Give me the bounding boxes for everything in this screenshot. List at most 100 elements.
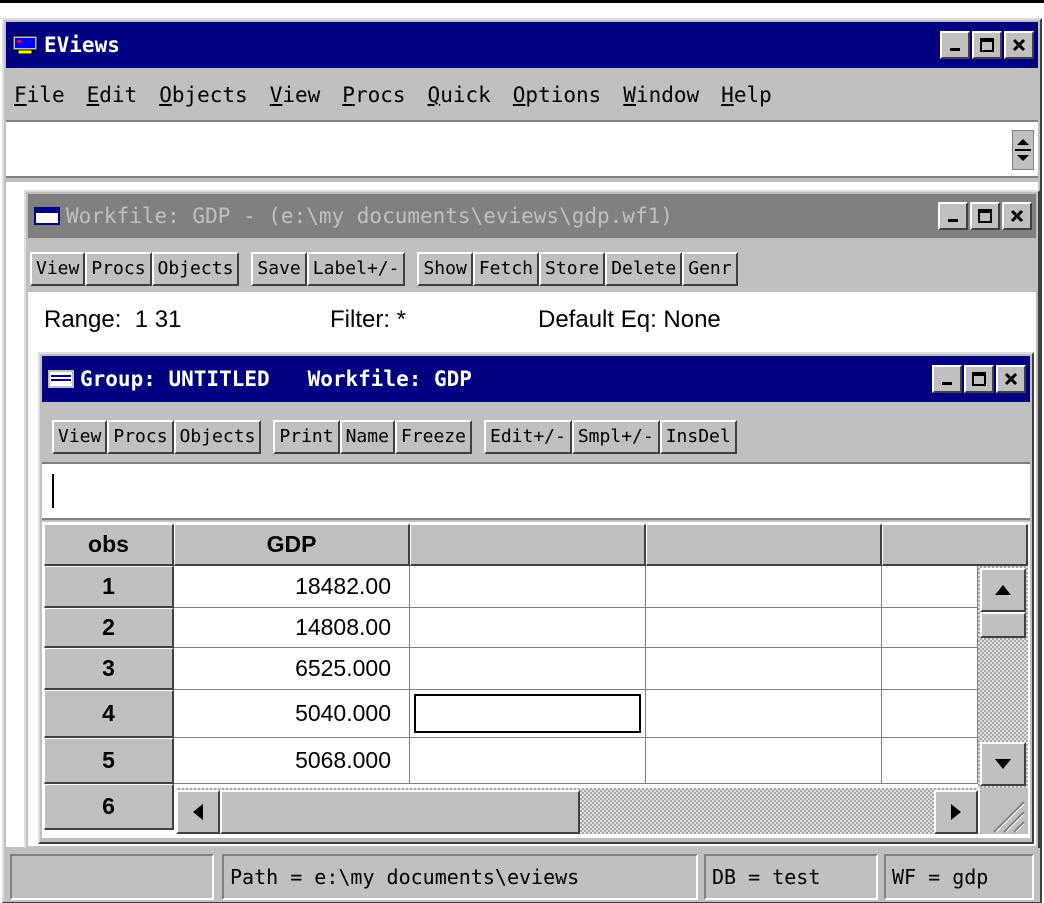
table-cell[interactable] — [410, 608, 646, 648]
grp-insdel-button[interactable]: InsDel — [659, 420, 737, 454]
wf-delete-button[interactable]: Delete — [605, 252, 683, 286]
selected-cell[interactable] — [410, 690, 646, 738]
grp-edit-button[interactable]: Edit+/- — [483, 420, 572, 454]
close-button[interactable] — [1004, 31, 1034, 59]
wf-show-button[interactable]: Show — [417, 252, 473, 286]
status-path: Path = e:\my documents\eviews — [222, 854, 698, 900]
grp-name-button[interactable]: Name — [339, 420, 395, 454]
header-col3[interactable] — [410, 524, 646, 566]
row-header[interactable]: 2 — [44, 608, 174, 648]
workfile-minimize-button[interactable] — [938, 202, 968, 230]
table-cell[interactable] — [882, 690, 978, 738]
grp-procs-button[interactable]: Procs — [107, 420, 174, 454]
command-window[interactable] — [6, 120, 1038, 178]
table-cell[interactable] — [646, 690, 882, 738]
command-split-handle[interactable] — [1012, 130, 1034, 170]
wf-label-button[interactable]: Label+/- — [306, 252, 406, 286]
filter-label: Filter: * — [330, 306, 407, 333]
gdp-cell[interactable]: 5040.000 — [174, 690, 410, 738]
scroll-up-button[interactable] — [980, 568, 1026, 612]
status-wf: WF = gdp — [884, 854, 1034, 900]
workfile-titlebar[interactable]: Workfile: GDP - (e:\my documents\eviews\… — [28, 194, 1036, 238]
scroll-left-button[interactable] — [176, 790, 220, 834]
menu-procs[interactable]: Procs — [342, 83, 405, 107]
workfile-close-button[interactable] — [1002, 202, 1032, 230]
header-col5[interactable] — [882, 524, 1028, 566]
status-db: DB = test — [704, 854, 878, 900]
range-value: 1 31 — [134, 306, 182, 333]
row-header[interactable]: 4 — [44, 690, 174, 738]
wf-fetch-button[interactable]: Fetch — [472, 252, 540, 286]
menu-file[interactable]: File — [14, 83, 65, 107]
gdp-cell[interactable]: 6525.000 — [174, 648, 410, 690]
row-header[interactable]: 1 — [44, 566, 174, 608]
group-titlebar[interactable]: Group: UNTITLED Workfile: GDP — [42, 356, 1030, 402]
wf-view-button[interactable]: View — [30, 252, 86, 286]
workfile-icon — [34, 206, 60, 226]
menu-view[interactable]: View — [270, 83, 321, 107]
page-rule — [0, 0, 1044, 3]
default-eq-label: Default Eq: None — [538, 306, 721, 333]
workfile-maximize-button[interactable] — [970, 202, 1000, 230]
group-maximize-button[interactable] — [964, 365, 994, 393]
eviews-app-icon — [12, 35, 38, 55]
wf-procs-button[interactable]: Procs — [85, 252, 152, 286]
workfile-title: Workfile: GDP - (e:\my documents\eviews\… — [66, 204, 673, 228]
row-header[interactable]: 6 — [44, 784, 174, 830]
cell-edit-field[interactable] — [42, 462, 1030, 520]
range-label: Range: 1 31 — [44, 306, 182, 333]
table-cell[interactable] — [410, 738, 646, 784]
gdp-cell[interactable]: 5068.000 — [174, 738, 410, 784]
row-header[interactable]: 5 — [44, 738, 174, 784]
resize-grip-icon — [993, 801, 1025, 833]
menu-objects[interactable]: Objects — [159, 83, 248, 107]
table-cell[interactable] — [646, 738, 882, 784]
row-header[interactable]: 3 — [44, 648, 174, 690]
maximize-button[interactable] — [972, 31, 1002, 59]
table-cell[interactable] — [882, 738, 978, 784]
wf-genr-button[interactable]: Genr — [682, 252, 738, 286]
table-cell[interactable] — [410, 648, 646, 690]
table-cell[interactable] — [410, 566, 646, 608]
arrow-up-icon — [995, 585, 1011, 595]
horizontal-scroll-thumb[interactable] — [220, 790, 580, 834]
header-obs[interactable]: obs — [44, 524, 174, 566]
cell-selection-outline — [414, 694, 641, 733]
table-cell[interactable] — [646, 648, 882, 690]
wf-objects-button[interactable]: Objects — [151, 252, 240, 286]
arrow-right-icon — [951, 804, 961, 820]
scroll-right-button[interactable] — [934, 790, 978, 834]
header-gdp[interactable]: GDP — [174, 524, 410, 566]
vertical-scroll-thumb[interactable] — [980, 612, 1026, 638]
wf-store-button[interactable]: Store — [539, 252, 606, 286]
menu-window[interactable]: Window — [623, 83, 699, 107]
main-titlebar[interactable]: EViews — [6, 22, 1038, 68]
menubar: File Edit Objects View Procs Quick Optio… — [14, 78, 1034, 112]
wf-save-button[interactable]: Save — [251, 252, 307, 286]
grp-view-button[interactable]: View — [52, 420, 108, 454]
header-col4[interactable] — [646, 524, 882, 566]
scroll-down-button[interactable] — [980, 742, 1026, 786]
menu-quick[interactable]: Quick — [428, 83, 491, 107]
table-cell[interactable] — [646, 566, 882, 608]
grp-freeze-button[interactable]: Freeze — [394, 420, 472, 454]
group-toolbar: View Procs Objects Print Name Freeze Edi… — [52, 418, 1028, 456]
grp-smpl-button[interactable]: Smpl+/- — [571, 420, 660, 454]
grp-objects-button[interactable]: Objects — [173, 420, 262, 454]
gdp-cell[interactable]: 14808.00 — [174, 608, 410, 648]
gdp-cell[interactable]: 18482.00 — [174, 566, 410, 608]
table-cell[interactable] — [646, 608, 882, 648]
text-cursor — [52, 474, 54, 508]
group-close-button[interactable] — [996, 365, 1026, 393]
table-cell[interactable] — [882, 566, 978, 608]
group-title: Group: UNTITLED Workfile: GDP — [80, 367, 472, 391]
table-cell[interactable] — [882, 608, 978, 648]
table-cell[interactable] — [882, 648, 978, 690]
minimize-button[interactable] — [940, 31, 970, 59]
menu-edit[interactable]: Edit — [87, 83, 138, 107]
menu-options[interactable]: Options — [513, 83, 602, 107]
grp-print-button[interactable]: Print — [273, 420, 340, 454]
group-minimize-button[interactable] — [932, 365, 962, 393]
resize-grip[interactable] — [980, 788, 1028, 834]
menu-help[interactable]: Help — [721, 83, 772, 107]
